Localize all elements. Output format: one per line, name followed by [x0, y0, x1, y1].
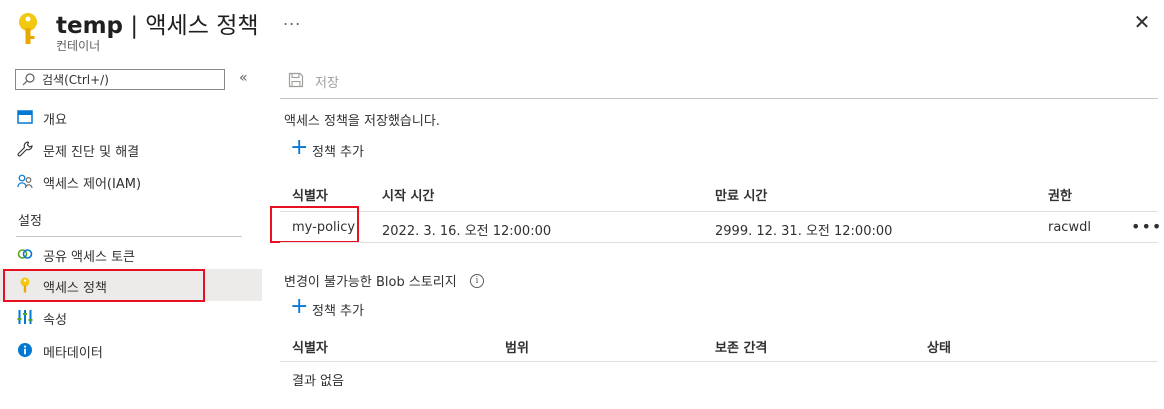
- info-icon: [18, 343, 32, 357]
- col-header-expiry-time: 만료 시간: [715, 189, 768, 204]
- page-title-suffix: | 액세스 정책: [123, 13, 259, 39]
- sidebar-item-diagnose[interactable]: 문제 진단 및 해결: [0, 133, 262, 165]
- highlight-box: [3, 269, 205, 302]
- sidebar-item-metadata[interactable]: 메타데이터: [0, 334, 262, 366]
- col-header-permissions: 권한: [1048, 189, 1072, 204]
- properties-icon: [17, 310, 33, 324]
- add-immutable-policy-button[interactable]: + 정책 추가: [290, 294, 390, 320]
- row-more-button[interactable]: •••: [1131, 217, 1162, 236]
- col-header-start-time: 시작 시간: [382, 189, 435, 204]
- add-policy-label: 정책 추가: [312, 145, 364, 160]
- sidebar-item-label: 개요: [43, 113, 67, 128]
- toolbar-divider: [280, 98, 1158, 99]
- policy-expiry-time: 2999. 12. 31. 오전 12:00:00: [715, 224, 893, 239]
- link-icon: [17, 249, 33, 259]
- sidebar-item-label: 액세스 제어(IAM): [43, 177, 142, 192]
- add-policy-button[interactable]: + 정책 추가: [290, 135, 390, 161]
- col-header-scope: 범위: [505, 341, 529, 356]
- section-divider: [16, 236, 242, 237]
- save-label: 저장: [315, 76, 339, 91]
- search-icon: [22, 73, 35, 86]
- col-header-retention: 보존 간격: [715, 341, 768, 356]
- sidebar-item-iam[interactable]: 액세스 제어(IAM): [0, 165, 262, 197]
- col-header-identifier: 식별자: [292, 341, 328, 356]
- sidebar-item-sas[interactable]: 공유 액세스 토큰: [0, 238, 262, 270]
- sidebar-item-label: 메타데이터: [43, 346, 103, 361]
- page-title: temp | 액세스 정책: [56, 6, 259, 40]
- sidebar-item-properties[interactable]: 속성: [0, 301, 262, 333]
- info-circle-icon[interactable]: i: [470, 274, 484, 288]
- container-name: temp: [56, 13, 124, 39]
- table-header-divider: [280, 361, 1158, 362]
- search-box[interactable]: [15, 69, 225, 90]
- page-subtitle: 컨테이너: [56, 39, 101, 53]
- col-header-status: 상태: [927, 341, 951, 356]
- people-icon: [17, 174, 33, 189]
- policy-permissions: racwdl: [1048, 220, 1091, 235]
- status-message: 액세스 정책을 저장했습니다.: [284, 114, 440, 129]
- sidebar-item-label: 공유 액세스 토큰: [43, 250, 135, 265]
- policy-start-time: 2022. 3. 16. 오전 12:00:00: [382, 224, 552, 239]
- sidebar-item-label: 속성: [43, 313, 67, 328]
- search-input[interactable]: [42, 72, 217, 87]
- row-divider: [280, 242, 1158, 243]
- sidebar-item-label: 문제 진단 및 해결: [43, 145, 140, 160]
- overview-icon: [17, 110, 33, 124]
- plus-icon: +: [290, 135, 309, 160]
- close-button[interactable]: ✕: [1132, 10, 1152, 34]
- collapse-sidebar-button[interactable]: «: [239, 70, 248, 86]
- sidebar-section-settings: 설정: [18, 214, 42, 229]
- save-icon: [288, 72, 304, 88]
- wrench-icon: [17, 141, 33, 157]
- plus-icon: +: [290, 294, 309, 319]
- page-key-icon: [16, 12, 40, 46]
- empty-results: 결과 없음: [292, 374, 344, 389]
- add-policy-label: 정책 추가: [312, 304, 364, 319]
- sidebar-item-overview[interactable]: 개요: [0, 101, 262, 133]
- immutable-section-title: 변경이 불가능한 Blob 스토리지: [284, 275, 457, 290]
- more-options-button[interactable]: ...: [283, 10, 301, 29]
- highlight-box: [270, 206, 359, 243]
- col-header-identifier: 식별자: [292, 189, 328, 204]
